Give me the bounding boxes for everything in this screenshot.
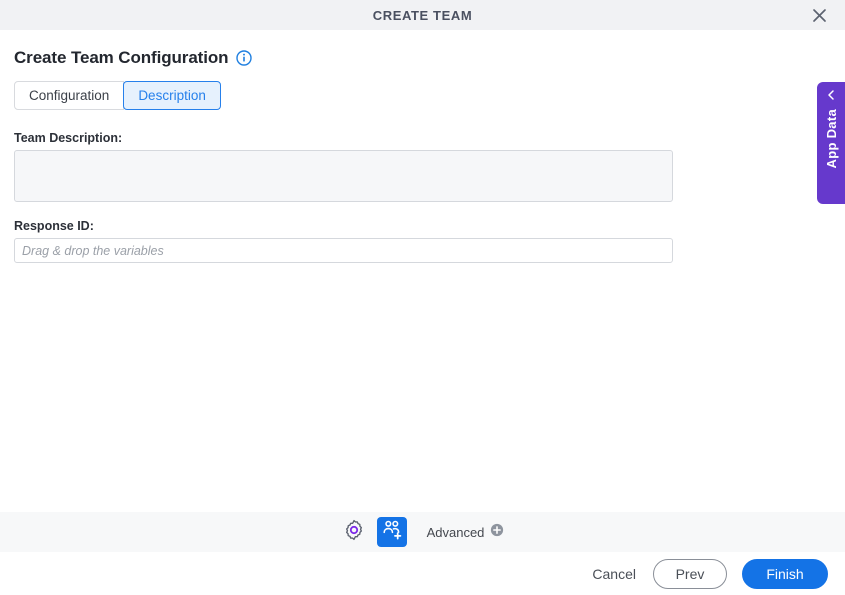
gear-icon	[343, 519, 365, 546]
plus-circle-icon	[490, 523, 504, 542]
page-header: Create Team Configuration	[0, 30, 845, 68]
add-team-button[interactable]	[376, 517, 407, 547]
prev-button[interactable]: Prev	[653, 558, 727, 589]
dialog-footer: Cancel Prev Finish	[0, 552, 845, 595]
app-data-label: App Data	[823, 109, 839, 169]
dialog-content: Create Team Configuration Configuration …	[0, 30, 845, 512]
team-description-input[interactable]	[14, 150, 673, 202]
close-icon	[812, 8, 827, 23]
advanced-button[interactable]: Advanced	[427, 523, 505, 542]
tab-configuration[interactable]: Configuration	[14, 81, 125, 110]
dialog-titlebar: CREATE TEAM	[0, 0, 845, 30]
dialog-title: CREATE TEAM	[372, 7, 473, 23]
chevron-left-icon	[825, 89, 837, 101]
bottom-toolbar: Advanced	[0, 512, 845, 552]
team-description-label: Team Description:	[14, 131, 123, 145]
tab-group: Configuration Description	[14, 81, 845, 110]
page-title: Create Team Configuration	[14, 48, 229, 67]
finish-button[interactable]: Finish	[742, 558, 828, 589]
cancel-button[interactable]: Cancel	[590, 562, 638, 586]
tab-description[interactable]: Description	[123, 81, 221, 110]
info-icon[interactable]	[236, 50, 253, 66]
tab-configuration-label: Configuration	[29, 88, 110, 103]
app-data-panel-toggle[interactable]: App Data	[817, 82, 845, 204]
response-id-label: Response ID:	[14, 219, 94, 233]
response-id-placeholder: Drag & drop the variables	[22, 243, 164, 258]
create-team-dialog: CREATE TEAM Create Team Configuration Co…	[0, 0, 845, 595]
response-id-input[interactable]: Drag & drop the variables	[14, 238, 673, 263]
advanced-label: Advanced	[426, 524, 485, 540]
add-team-icon	[381, 519, 403, 546]
tab-description-label: Description	[138, 88, 206, 103]
response-id-field: Response ID: Drag & drop the variables	[14, 219, 845, 263]
close-button[interactable]	[803, 0, 835, 30]
settings-button[interactable]	[341, 519, 367, 545]
team-description-field: Team Description:	[14, 131, 845, 202]
